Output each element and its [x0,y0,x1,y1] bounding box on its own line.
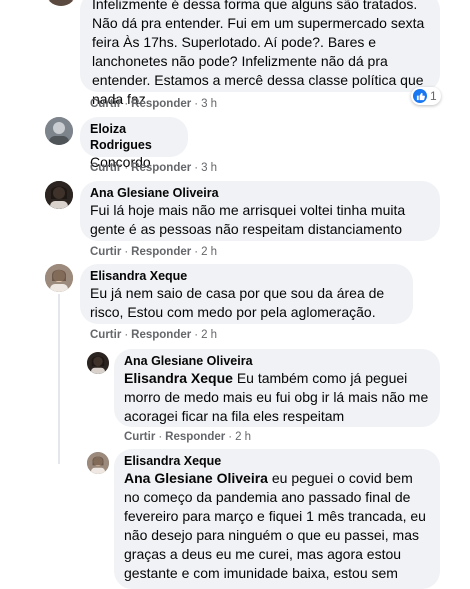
comment-actions: Curtir · Responder · 2 h [90,328,217,342]
comment-bubble: Elisandra Xeque Eu já nem saio de casa p… [80,264,413,324]
reply-bubble: Ana Glesiane Oliveira Elisandra Xeque Eu… [114,349,440,427]
avatar[interactable] [45,0,77,6]
reply-text: Ana Glesiane Oliveira eu peguei o covid … [124,469,430,583]
reply-button[interactable]: Responder [131,162,191,174]
comment-text: Eu já nem saio de casa por que sou da ár… [90,285,385,320]
comment-bubble: Infelizmente é dessa forma que alguns sã… [80,0,440,107]
separator: · [194,162,199,174]
like-icon [413,89,427,103]
mention-link[interactable]: Ana Glesiane Oliveira [124,470,268,486]
like-button[interactable]: Curtir [90,246,121,258]
timestamp[interactable]: 2 h [201,246,217,258]
like-button[interactable]: Curtir [90,329,121,341]
like-button[interactable]: Curtir [90,98,121,110]
separator: · [124,329,129,341]
comment-text: Infelizmente é dessa forma que alguns sã… [92,0,425,107]
separator: · [228,431,233,443]
separator: · [124,98,129,110]
avatar[interactable] [45,181,73,209]
avatar[interactable] [87,352,109,374]
reaction-count: 1 [430,89,437,103]
reply-author[interactable]: Elisandra Xeque [124,453,430,469]
comment-actions: Curtir · Responder · 3 h [90,97,217,111]
comment-bubble: Eloiza Rodrigues Concordo [80,117,188,170]
reply-button[interactable]: Responder [131,246,191,258]
separator: · [124,162,129,174]
comment-author[interactable]: Eloiza Rodrigues [90,121,178,153]
separator: · [158,431,163,443]
reply-actions: Curtir · Responder · 2 h [124,430,251,444]
avatar[interactable] [45,264,73,292]
reply-button[interactable]: Responder [131,329,191,341]
reply-bubble: Elisandra Xeque Ana Glesiane Oliveira eu… [114,449,440,589]
separator: · [124,246,129,258]
thread-line [58,294,60,464]
separator: · [194,329,199,341]
like-button[interactable]: Curtir [124,431,155,443]
mention-link[interactable]: Elisandra Xeque [124,370,233,386]
separator: · [194,98,199,110]
avatar[interactable] [87,452,109,474]
reply-text: Elisandra Xeque Eu também como já peguei… [124,369,430,426]
like-button[interactable]: Curtir [90,162,121,174]
reply-button[interactable]: Responder [131,98,191,110]
comment-text: Fui lá hoje mais não me arrisquei voltei… [90,202,406,237]
comment-actions: Curtir · Responder · 2 h [90,245,217,259]
reaction-badge[interactable]: 1 [411,87,441,105]
comment-author[interactable]: Ana Glesiane Oliveira [90,185,430,201]
comment-bubble: Ana Glesiane Oliveira Fui lá hoje mais n… [80,181,440,241]
comment-actions: Curtir · Responder · 3 h [90,161,217,175]
timestamp[interactable]: 2 h [235,431,251,443]
reply-author[interactable]: Ana Glesiane Oliveira [124,353,430,369]
separator: · [194,246,199,258]
comment-author[interactable]: Elisandra Xeque [90,268,403,284]
reply-button[interactable]: Responder [165,431,225,443]
timestamp[interactable]: 3 h [201,98,217,110]
avatar[interactable] [45,117,73,145]
timestamp[interactable]: 3 h [201,162,217,174]
timestamp[interactable]: 2 h [201,329,217,341]
reply-body: eu peguei o covid bem no começo da pande… [124,470,426,581]
